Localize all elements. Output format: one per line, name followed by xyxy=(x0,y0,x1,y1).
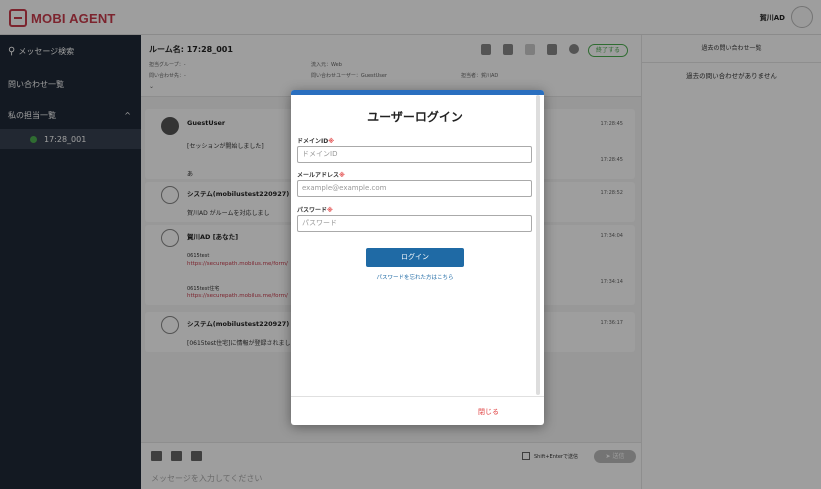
forgot-password-link[interactable]: パスワードを忘れた方はこちら xyxy=(291,273,539,281)
domain-label: ドメインID※ xyxy=(297,138,335,145)
login-modal: ユーザーログイン ドメインID※ ドメインID メールアドレス※ example… xyxy=(291,90,544,425)
modal-footer: 閉じる xyxy=(291,396,544,425)
password-label: パスワード※ xyxy=(297,207,333,214)
app-root: MOBI AGENT 賀川AD ⚲ メッセージ検索 問い合わせ一覧 私の担当一覧… xyxy=(0,0,821,489)
email-input[interactable]: example@example.com xyxy=(297,180,532,197)
modal-title: ユーザーログイン xyxy=(367,110,463,124)
email-label: メールアドレス※ xyxy=(297,172,345,179)
password-input[interactable]: パスワード xyxy=(297,215,532,232)
modal-accent-bar xyxy=(291,90,544,95)
close-button[interactable]: 閉じる xyxy=(478,407,499,417)
domain-input[interactable]: ドメインID xyxy=(297,146,532,163)
modal-scrollbar[interactable] xyxy=(536,95,540,395)
login-button[interactable]: ログイン xyxy=(366,248,464,267)
